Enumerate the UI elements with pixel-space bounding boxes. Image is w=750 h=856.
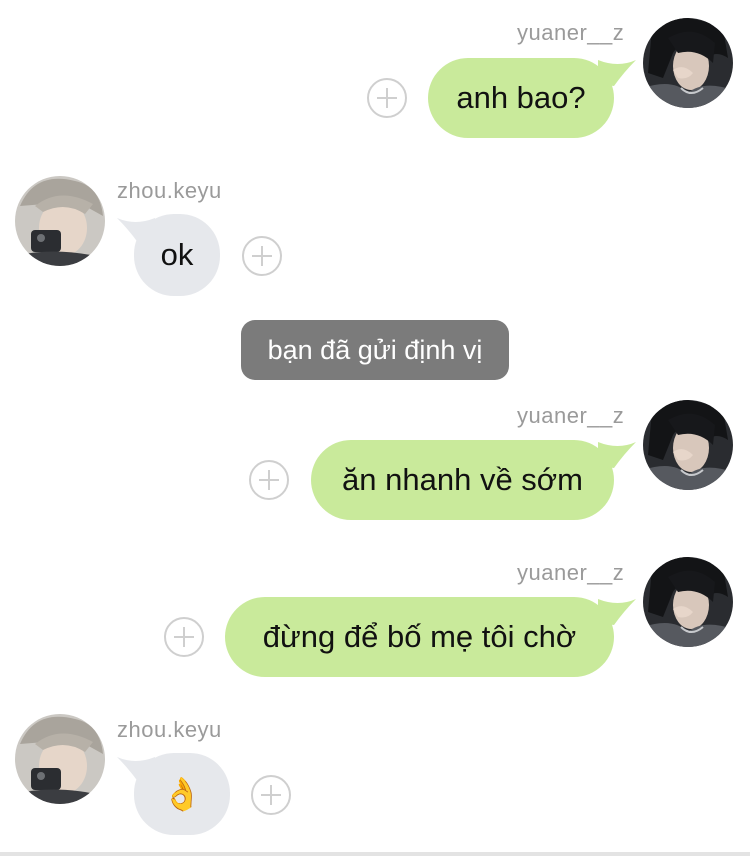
add-reaction-button[interactable] xyxy=(367,78,407,118)
message-bubble[interactable]: ok xyxy=(134,214,220,296)
avatar[interactable] xyxy=(643,18,733,108)
message-bubble[interactable]: anh bao? xyxy=(428,58,614,138)
avatar[interactable] xyxy=(643,557,733,647)
bubble-tail xyxy=(598,442,636,468)
divider xyxy=(0,852,750,856)
avatar[interactable] xyxy=(15,714,105,804)
sender-username: yuaner__z xyxy=(517,20,625,45)
add-reaction-button[interactable] xyxy=(242,236,282,276)
bubble-tail xyxy=(598,60,636,86)
add-reaction-button[interactable] xyxy=(164,617,204,657)
message-bubble[interactable]: ăn nhanh về sớm xyxy=(311,440,614,520)
sender-username: zhou.keyu xyxy=(117,178,222,203)
sender-username: yuaner__z xyxy=(517,560,625,585)
system-notice-text: bạn đã gửi định vị xyxy=(267,334,483,365)
avatar[interactable] xyxy=(643,400,733,490)
system-notice: bạn đã gửi định vị xyxy=(241,320,509,380)
sender-username: zhou.keyu xyxy=(117,717,222,742)
message-text: ăn nhanh về sớm xyxy=(342,462,583,497)
message-bubble[interactable]: đừng để bố mẹ tôi chờ xyxy=(225,597,614,677)
add-reaction-button[interactable] xyxy=(249,460,289,500)
avatar[interactable] xyxy=(15,176,105,266)
add-reaction-button[interactable] xyxy=(251,775,291,815)
message-bubble[interactable]: 👌 xyxy=(134,753,230,835)
bubble-tail xyxy=(598,599,636,625)
message-text: đừng để bố mẹ tôi chờ xyxy=(262,619,577,654)
message-text: ok xyxy=(160,237,194,272)
sender-username: yuaner__z xyxy=(517,403,625,428)
message-text: anh bao? xyxy=(456,80,586,115)
ok-hand-emoji: 👌 xyxy=(162,776,202,812)
